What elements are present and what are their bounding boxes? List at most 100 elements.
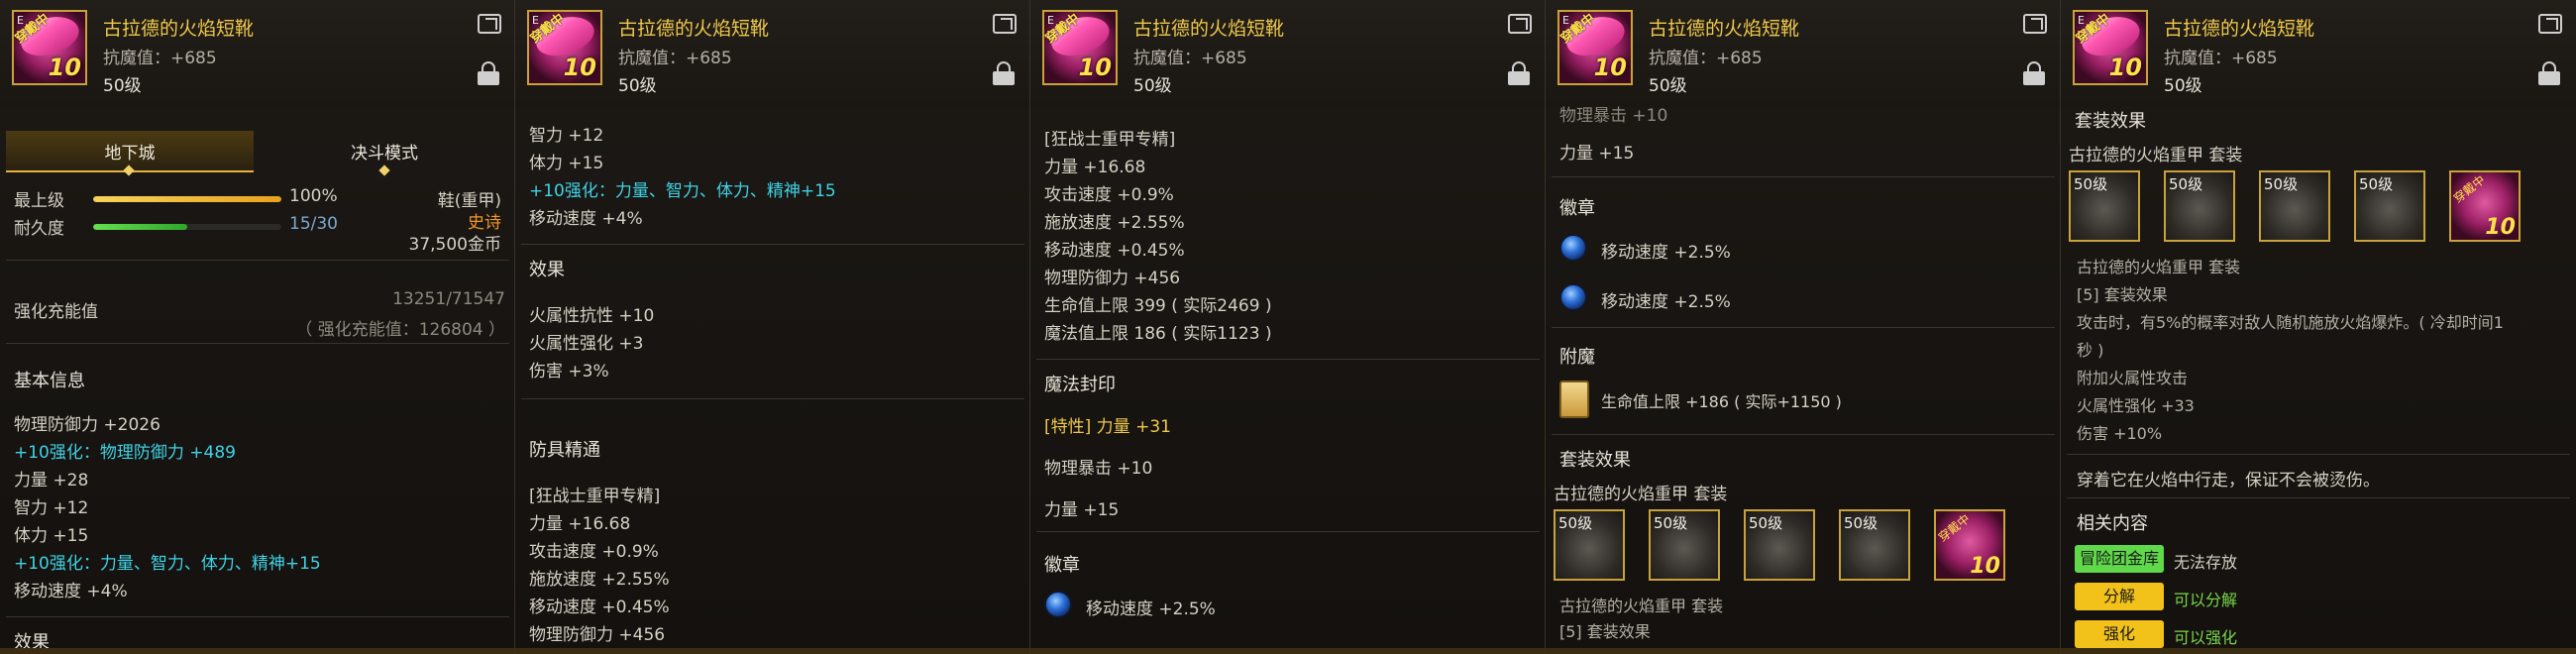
item-level: 50级: [1133, 76, 1172, 96]
mastery-line: 移动速度 +0.45%: [1044, 241, 1185, 261]
set-name: 古拉德的火焰重甲 套装: [2069, 146, 2243, 165]
mastery-line: 力量 +16.68: [529, 514, 631, 534]
lock-icon[interactable]: [1508, 61, 1530, 85]
mastery-line: [狂战士重甲专精]: [529, 487, 661, 506]
enhance-charge-sub: （ 强化充能值：126804 ）: [295, 320, 505, 340]
effect-title: 效果: [529, 260, 565, 280]
stat-line: 伤害 +3%: [529, 362, 609, 382]
related-title: 相关内容: [2077, 513, 2148, 534]
share-icon[interactable]: [993, 14, 1017, 34]
set-sub: 古拉德的火焰重甲 套装: [2077, 258, 2241, 276]
durability-bar: [93, 224, 281, 230]
enhance-status: 可以强化: [2174, 628, 2238, 647]
mastery-line: 力量 +16.68: [1044, 158, 1146, 177]
stat-line: +10强化：力量、智力、体力、精神+15: [529, 181, 836, 201]
lock-icon[interactable]: [993, 61, 1015, 85]
seal-line: 物理暴击 +10: [1044, 459, 1153, 479]
lock-icon[interactable]: [2538, 61, 2560, 85]
stat-line: 物理防御力 +2026: [14, 415, 161, 435]
lock-icon[interactable]: [478, 61, 499, 85]
set-slot[interactable]: 50级: [2069, 170, 2140, 242]
item-header: E 穿戴中 10 古拉德的火焰短靴 抗魔值：+685 50级: [1030, 0, 1545, 107]
emblem-line: 移动速度 +2.5%: [1086, 600, 1216, 619]
enhance-charge-label: 强化充能值: [14, 302, 98, 322]
set-slot[interactable]: 50级: [1744, 509, 1815, 581]
set-slot[interactable]: 50级: [1649, 509, 1720, 581]
upgrade-label: 最上级: [14, 191, 64, 211]
anti-magic-value: 抗魔值：+685: [1649, 49, 1763, 68]
tooltip-panel-2: E 穿戴中 10 古拉德的火焰短靴 抗魔值：+685 50级 智力 +12 体力…: [515, 0, 1030, 654]
enchant-card-icon: [1559, 381, 1589, 418]
set-slot[interactable]: 50级: [2164, 170, 2235, 242]
stat-line: 体力 +15: [529, 154, 604, 173]
disassemble-badge: 分解: [2075, 583, 2164, 610]
tooltip-panel-4: E 穿戴中 10 古拉德的火焰短靴 抗魔值：+685 50级 物理暴击 +10 …: [1546, 0, 2061, 654]
anti-magic-value: 抗魔值：+685: [1133, 49, 1247, 68]
stat-line-cut: 物理暴击 +10: [1559, 106, 1668, 126]
share-icon[interactable]: [1508, 14, 1532, 34]
enhance-charge-value: 13251/71547: [392, 289, 505, 309]
tooltip-panel-1: E 穿戴中 10 古拉德的火焰短靴 抗魔值：+685 50级 地下城 决斗模式 …: [0, 0, 515, 654]
mastery-line: 生命值上限 399 ( 实际2469 ): [1044, 296, 1272, 316]
set-slot[interactable]: 50级: [1839, 509, 1910, 581]
stat-line: 智力 +12: [529, 126, 604, 146]
set-slot-current[interactable]: 穿戴中 10: [1934, 509, 2005, 581]
emblem-orb-icon: [1559, 283, 1587, 311]
enhance-badge: 强化: [2075, 620, 2164, 648]
set-line: 附加火属性攻击: [2077, 369, 2189, 387]
enchant-line: 生命值上限 +186 ( 实际+1150 ): [1601, 392, 1842, 411]
share-icon[interactable]: [2538, 14, 2562, 34]
emblem-line: 移动速度 +2.5%: [1601, 243, 1731, 263]
item-name: 古拉德的火焰短靴: [1133, 18, 1285, 40]
durability-label: 耐久度: [14, 219, 64, 239]
item-price: 37,500金币: [408, 235, 501, 255]
set-slot-current[interactable]: 穿戴中 10: [2449, 170, 2521, 242]
set-desc: 攻击时，有5%的概率对敌人随机施放火焰爆炸。( 冷却时间1: [2077, 313, 2504, 332]
stat-line: 火属性强化 +3: [529, 334, 644, 354]
item-name: 古拉德的火焰短靴: [103, 18, 255, 40]
set-line: 伤害 +10%: [2077, 424, 2163, 443]
storage-badge: 冒险团金库: [2075, 545, 2164, 573]
emblem-title: 徽章: [1559, 198, 1595, 219]
mastery-line: 物理防御力 +456: [529, 625, 666, 645]
stat-line: 力量 +28: [14, 471, 89, 490]
item-header: E 穿戴中 10 古拉德的火焰短靴 抗魔值：+685 50级: [1546, 0, 2060, 107]
flavor-text: 穿着它在火焰中行走，保证不会被烫伤。: [2077, 471, 2380, 490]
stat-line: +10强化：物理防御力 +489: [14, 443, 236, 463]
item-header: E 穿戴中 10 古拉德的火焰短靴 抗魔值：+685 50级: [0, 0, 514, 107]
anti-magic-value: 抗魔值：+685: [2164, 49, 2278, 68]
seal-line: 力量 +15: [1559, 144, 1635, 164]
seal-line: [特性] 力量 +31: [1044, 417, 1171, 437]
tooltip-panel-3: E 穿戴中 10 古拉德的火焰短靴 抗魔值：+685 50级 [狂战士重甲专精]…: [1030, 0, 1546, 654]
lock-icon[interactable]: [2023, 61, 2045, 85]
set-line: 火属性强化 +33: [2077, 396, 2195, 415]
set-slot[interactable]: 50级: [2354, 170, 2425, 242]
storage-status: 无法存放: [2174, 553, 2238, 572]
share-icon[interactable]: [478, 14, 501, 34]
basic-info-title: 基本信息: [14, 371, 85, 391]
stat-line: 移动速度 +4%: [529, 209, 643, 229]
mastery-line: 攻击速度 +0.9%: [1044, 185, 1174, 205]
mastery-line: 物理防御力 +456: [1044, 269, 1181, 288]
enchant-title: 附魔: [1559, 347, 1595, 368]
emblem-orb-icon: [1044, 591, 1072, 618]
stat-line: 火属性抗性 +10: [529, 306, 655, 326]
share-icon[interactable]: [2023, 14, 2047, 34]
upgrade-value: 100%: [289, 186, 338, 206]
enhance-level: 10: [48, 54, 81, 81]
emblem-title: 徽章: [1044, 555, 1080, 576]
item-icon: E 穿戴中 10: [12, 10, 87, 85]
mastery-line: [狂战士重甲专精]: [1044, 130, 1176, 150]
item-icon: E 穿戴中 10: [527, 10, 602, 85]
mastery-line: 施放速度 +2.55%: [529, 570, 670, 590]
stat-line: +10强化：力量、智力、体力、精神+15: [14, 554, 321, 574]
set-slot[interactable]: 50级: [2259, 170, 2330, 242]
upgrade-bar: [93, 196, 281, 202]
durability-value: 15/30: [289, 214, 338, 234]
disassemble-status: 可以分解: [2174, 591, 2238, 609]
mastery-title: 防具精通: [529, 440, 600, 461]
item-header: E 穿戴中 10 古拉德的火焰短靴 抗魔值：+685 50级: [515, 0, 1029, 107]
item-name: 古拉德的火焰短靴: [1649, 18, 1800, 40]
emblem-orb-icon: [1559, 234, 1587, 262]
set-slot[interactable]: 50级: [1554, 509, 1625, 581]
